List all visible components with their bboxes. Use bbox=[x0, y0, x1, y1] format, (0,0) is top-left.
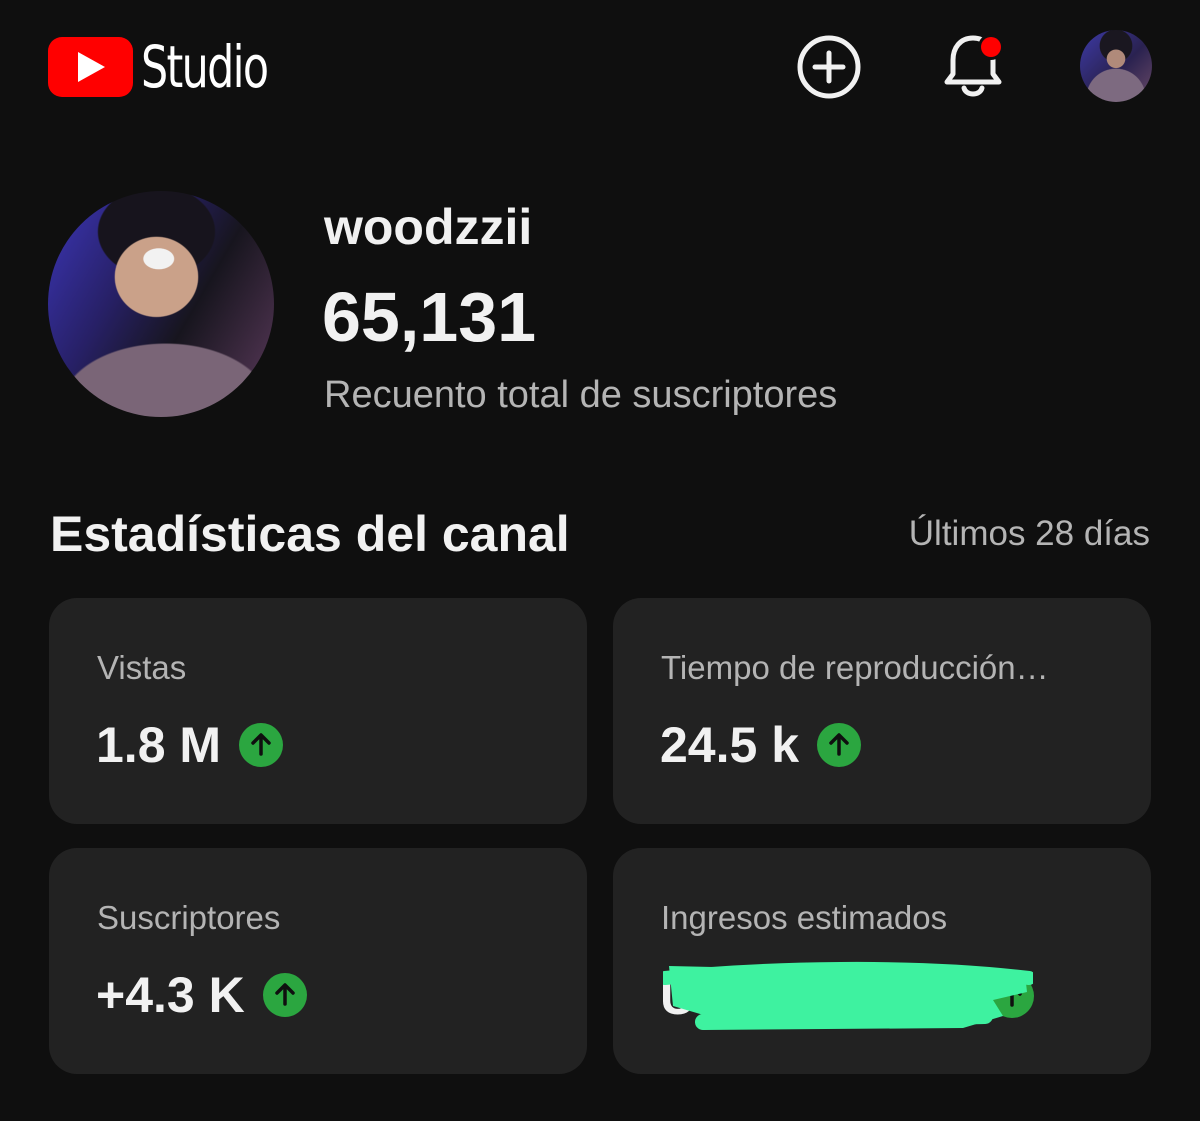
redaction-scribble bbox=[663, 961, 1033, 1030]
arrow-up-icon bbox=[239, 723, 284, 767]
stat-label: Tiempo de reproducción… bbox=[661, 649, 1049, 686]
stat-card-views[interactable]: Vistas 1.8 M bbox=[49, 598, 587, 824]
stat-card-subscribers[interactable]: Suscriptores +4.3 K bbox=[49, 848, 587, 1074]
channel-avatar bbox=[48, 191, 274, 417]
channel-name: woodzzii bbox=[324, 199, 533, 255]
stat-card-watch-time[interactable]: Tiempo de reproducción… 24.5 k bbox=[613, 598, 1151, 824]
youtube-studio-screen: Studio woodzzii 65,131 Recuento total de… bbox=[0, 0, 1200, 1121]
arrow-up-icon bbox=[817, 723, 862, 767]
arrow-up-icon bbox=[262, 973, 307, 1017]
studio-logo[interactable]: Studio bbox=[48, 35, 295, 99]
account-avatar[interactable] bbox=[1080, 30, 1152, 102]
section-title: Estadísticas del canal bbox=[50, 506, 570, 562]
bell-icon bbox=[944, 34, 1004, 97]
stat-value: +4.3 K bbox=[96, 967, 245, 1023]
notification-dot bbox=[981, 37, 1001, 57]
add-circle-icon bbox=[797, 35, 861, 99]
stat-card-estimated-revenue[interactable]: Ingresos estimados U bbox=[613, 848, 1151, 1074]
stat-value-row: 24.5 k bbox=[660, 716, 862, 774]
stat-label: Ingresos estimados bbox=[661, 899, 948, 936]
stat-label: Vistas bbox=[97, 649, 187, 686]
top-bar: Studio bbox=[0, 0, 1200, 130]
stat-value-row: +4.3 K bbox=[96, 966, 307, 1024]
create-button[interactable] bbox=[796, 34, 862, 100]
app-name: Studio bbox=[141, 33, 269, 101]
stat-label: Suscriptores bbox=[97, 899, 281, 936]
stat-value: 24.5 k bbox=[660, 717, 800, 773]
youtube-play-icon bbox=[48, 37, 133, 97]
stat-value: 1.8 M bbox=[96, 717, 222, 773]
stat-value-row: 1.8 M bbox=[96, 716, 284, 774]
stats-period: Últimos 28 días bbox=[908, 514, 1150, 553]
subscriber-count-label: Recuento total de suscriptores bbox=[324, 374, 838, 416]
notifications-button[interactable] bbox=[940, 30, 1010, 102]
subscriber-count: 65,131 bbox=[322, 278, 537, 356]
